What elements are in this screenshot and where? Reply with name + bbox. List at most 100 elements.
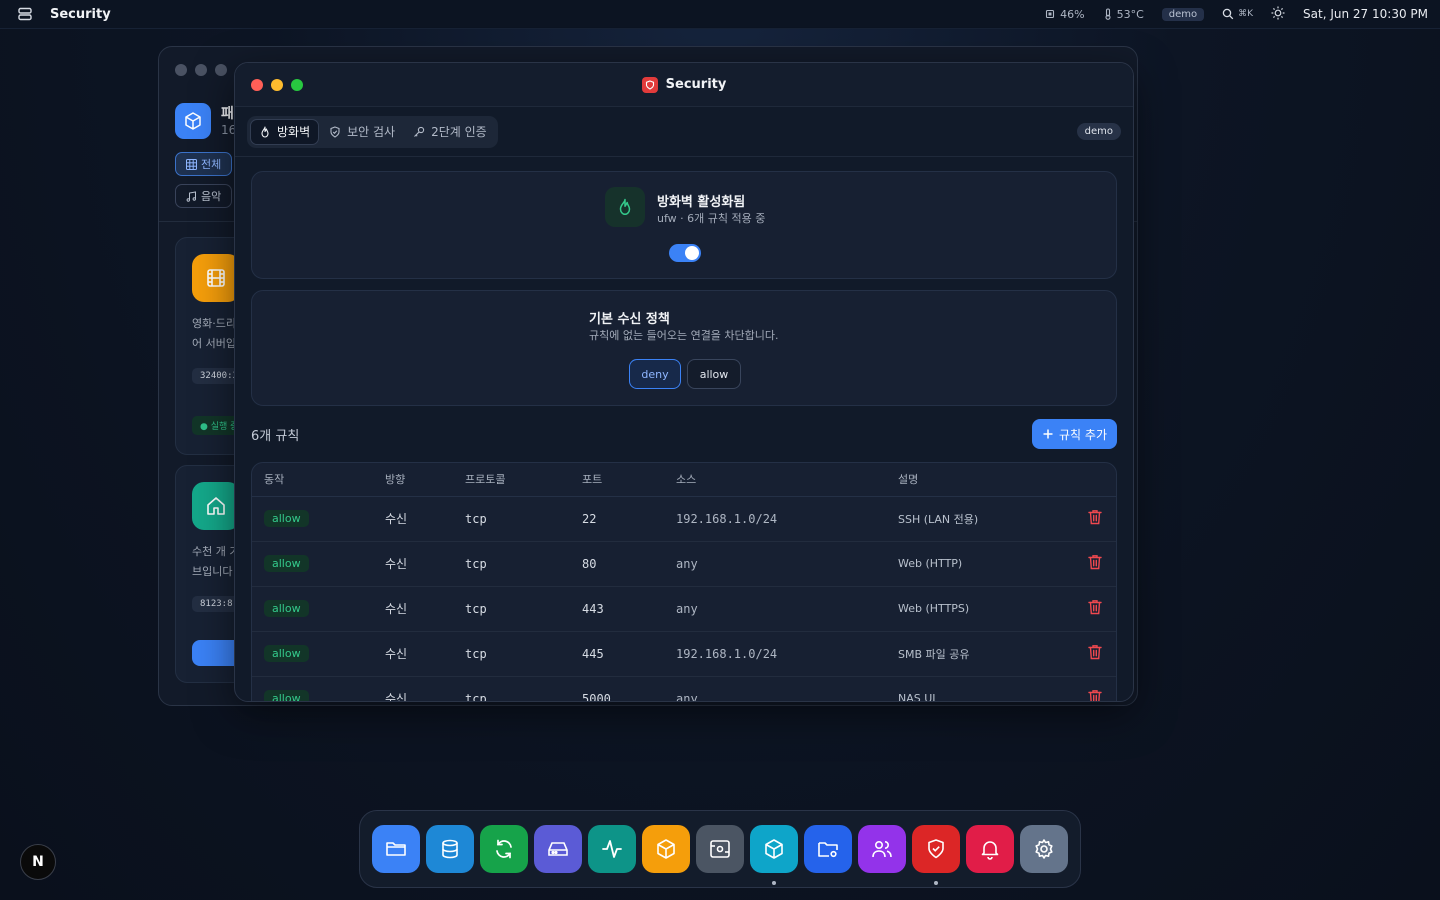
grid-icon xyxy=(186,158,197,170)
window-titlebar: Security xyxy=(235,63,1133,107)
cell-direction: 수신 xyxy=(385,586,465,632)
tab-label: 방화벽 xyxy=(277,125,311,139)
dock-item-notifications[interactable] xyxy=(966,825,1014,873)
server-settings-icon xyxy=(710,840,730,858)
table-row: allow 수신 tcp 80 any Web (HTTP) xyxy=(252,541,1116,587)
policy-title: 기본 수신 정책 xyxy=(589,312,670,327)
table-header-row: 동작 방향 프로토콜 포트 소스 설명 xyxy=(252,463,1116,497)
package-description-line: 어 서버입 xyxy=(192,337,236,350)
cell-delete xyxy=(1078,676,1116,701)
default-policy-panel: 기본 수신 정책 규칙에 없는 들어오는 연결을 차단합니다. deny all… xyxy=(251,290,1117,406)
cell-protocol: tcp xyxy=(465,631,582,677)
action-badge: allow xyxy=(264,600,309,617)
policy-description: 규칙에 없는 들어오는 연결을 차단합니다. xyxy=(589,329,779,342)
tab-label: 보안 검사 xyxy=(347,125,396,139)
cell-action: allow xyxy=(252,586,385,632)
filter-chip-all[interactable]: 전체 xyxy=(175,152,233,176)
bell-icon xyxy=(981,841,999,860)
dock-item-users[interactable] xyxy=(858,825,906,873)
toolbar: 방화벽 보안 검사 2단계 인증 demo xyxy=(235,107,1133,157)
tab-bar: 방화벽 보안 검사 2단계 인증 xyxy=(247,115,498,148)
column-header: 프로토콜 xyxy=(465,463,582,497)
package-description-line: 브입니다 xyxy=(192,565,233,578)
close-button[interactable] xyxy=(251,79,263,91)
sync-icon xyxy=(496,839,512,859)
music-icon xyxy=(186,190,197,202)
package-icon xyxy=(175,103,211,139)
filter-chip-music[interactable]: 음악 xyxy=(175,184,233,208)
minimize-button[interactable] xyxy=(271,79,283,91)
delete-rule-button[interactable] xyxy=(1088,554,1102,570)
policy-deny-button[interactable]: deny xyxy=(629,359,681,389)
delete-rule-button[interactable] xyxy=(1088,689,1102,701)
delete-rule-button[interactable] xyxy=(1088,599,1102,615)
dock-item-shared-folder[interactable] xyxy=(804,825,852,873)
delete-rule-button[interactable] xyxy=(1088,644,1102,660)
firewall-toggle[interactable] xyxy=(669,244,701,262)
security-window: Security 방화벽 보안 검사 2단계 인증 demo 방화벽 활성화됨 xyxy=(234,62,1134,702)
folder-settings-icon xyxy=(818,842,838,858)
cpu-indicator[interactable]: 46% xyxy=(1044,8,1085,21)
rules-body: allow 수신 tcp 22 192.168.1.0/24 SSH (LAN 전용) al… xyxy=(252,496,1116,701)
dock-item-files[interactable] xyxy=(372,825,420,873)
user-badge[interactable]: demo xyxy=(1161,7,1205,21)
cell-description: NAS UI xyxy=(898,676,1078,701)
cell-direction: 수신 xyxy=(385,631,465,677)
plus-icon xyxy=(1043,429,1053,439)
cell-protocol: tcp xyxy=(465,541,582,587)
search-icon xyxy=(1222,8,1234,20)
tab-security-scan[interactable]: 보안 검사 xyxy=(321,119,403,145)
add-rule-button[interactable]: 규칙 추가 xyxy=(1032,419,1117,449)
dock-item-security[interactable] xyxy=(912,825,960,885)
column-header: 방향 xyxy=(385,463,465,497)
search-button[interactable]: ⌘K xyxy=(1222,8,1253,20)
package-description-line: 수천 개 기 xyxy=(192,545,240,558)
dock-item-database[interactable] xyxy=(426,825,474,873)
cell-description: Web (HTTP) xyxy=(898,541,1078,587)
cell-source: any xyxy=(676,586,898,632)
table-row: allow 수신 tcp 22 192.168.1.0/24 SSH (LAN 전용) xyxy=(252,496,1116,542)
cell-protocol: tcp xyxy=(465,496,582,542)
cell-direction: 수신 xyxy=(385,496,465,542)
maximize-button[interactable] xyxy=(215,64,227,76)
tab-two-factor[interactable]: 2단계 인증 xyxy=(405,119,495,145)
cpu-icon xyxy=(1046,9,1055,19)
temp-indicator[interactable]: 53°C xyxy=(1103,8,1144,21)
users-icon xyxy=(872,841,892,858)
folder-icon xyxy=(386,842,406,856)
dock-item-activity[interactable] xyxy=(588,825,636,873)
delete-rule-button[interactable] xyxy=(1088,509,1102,525)
rules-header: 6개 규칙 규칙 추가 xyxy=(251,406,1117,462)
close-button[interactable] xyxy=(175,64,187,76)
search-shortcut: ⌘K xyxy=(1238,9,1254,19)
dock-item-packages[interactable] xyxy=(642,825,690,873)
shield-icon xyxy=(641,76,658,93)
policy-allow-button[interactable]: allow xyxy=(687,359,741,389)
column-header: 설명 xyxy=(898,463,1078,497)
corner-badge[interactable]: N xyxy=(20,844,56,880)
minimize-button[interactable] xyxy=(195,64,207,76)
activity-icon xyxy=(602,840,622,858)
shield-check-icon xyxy=(928,839,944,859)
cell-delete xyxy=(1078,496,1116,542)
dock-item-settings[interactable] xyxy=(1020,825,1068,873)
dock-item-storage[interactable] xyxy=(534,825,582,873)
brightness-icon[interactable] xyxy=(1271,6,1285,23)
dock-item-sync[interactable] xyxy=(480,825,528,873)
add-rule-label: 규칙 추가 xyxy=(1059,427,1107,442)
menu-icon[interactable] xyxy=(16,5,34,23)
tab-firewall[interactable]: 방화벽 xyxy=(250,118,320,145)
dock-item-container[interactable] xyxy=(750,825,798,885)
dock-item-system[interactable] xyxy=(696,825,744,873)
action-badge: allow xyxy=(264,555,309,572)
film-icon xyxy=(192,254,240,302)
cell-port: 5000 xyxy=(582,676,676,701)
flame-icon xyxy=(605,187,645,227)
action-badge: allow xyxy=(264,690,309,701)
maximize-button[interactable] xyxy=(291,79,303,91)
package-description: 수천 개 기 브입니다 xyxy=(192,542,239,582)
tab-label: 2단계 인증 xyxy=(431,125,487,139)
window-title: Security xyxy=(665,77,727,92)
clock[interactable]: Sat, Jun 27 10:30 PM xyxy=(1303,7,1428,21)
toggle-knob xyxy=(685,246,699,260)
